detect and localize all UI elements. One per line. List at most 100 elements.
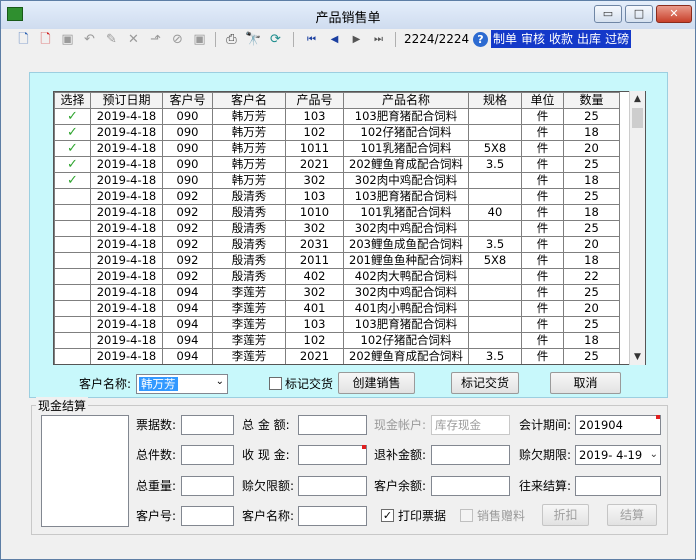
- menu-item-review[interactable]: 审核: [519, 30, 547, 48]
- scroll-thumb[interactable]: [632, 108, 643, 128]
- table-row[interactable]: ✓ 2019-4-18 090 韩万芳 2021 202鲤鱼育成配合饲料 3.5 件 25: [54, 156, 620, 173]
- close-button[interactable]: ✕: [656, 5, 692, 23]
- table-row[interactable]: 2019-4-18 092 殷清秀 1010 101乳猪配合饲料 40 件 18: [54, 204, 620, 221]
- col-header-customer-name[interactable]: 客户名: [212, 92, 286, 109]
- menu-item-collect[interactable]: 收款: [547, 30, 575, 48]
- table-row[interactable]: 2019-4-18 092 殷清秀 302 302肉中鸡配合饲料 件 25: [54, 220, 620, 237]
- cell-select[interactable]: [54, 300, 91, 317]
- cell-select[interactable]: [54, 188, 91, 205]
- col-header-product-no[interactable]: 产品号: [285, 92, 344, 109]
- cell-select[interactable]: [54, 204, 91, 221]
- grid-scrollbar[interactable]: ▲ ▼: [629, 91, 645, 365]
- edit-icon[interactable]: ✎: [103, 31, 120, 48]
- account-period-field[interactable]: 201904: [575, 415, 661, 435]
- find-icon[interactable]: 🔭: [245, 31, 262, 48]
- cell-select[interactable]: [54, 284, 91, 301]
- table-row[interactable]: 2019-4-18 092 殷清秀 2011 201鲤鱼鱼种配合饲料 5X8 件 18: [54, 252, 620, 269]
- col-header-unit[interactable]: 单位: [521, 92, 564, 109]
- cell-quantity: 25: [563, 348, 620, 364]
- cell-select[interactable]: ✓: [54, 124, 91, 141]
- minimize-button[interactable]: ▭: [594, 5, 622, 23]
- next-record-icon[interactable]: ▶: [348, 31, 365, 48]
- new-doc-icon[interactable]: 🗋: [15, 31, 32, 48]
- table-row[interactable]: 2019-4-18 092 殷清秀 103 103肥育猪配合饲料 件 25: [54, 188, 620, 205]
- col-header-customer-no[interactable]: 客户号: [162, 92, 213, 109]
- prev-record-icon[interactable]: ◀: [326, 31, 343, 48]
- cancel-icon[interactable]: ⊘: [169, 31, 186, 48]
- cell-select[interactable]: [54, 316, 91, 333]
- save-icon[interactable]: ▣: [191, 31, 208, 48]
- delete-icon[interactable]: ✕: [125, 31, 142, 48]
- table-row[interactable]: 2019-4-18 094 李莲芳 103 103肥育猪配合饲料 件 25: [54, 316, 620, 333]
- mark-delivered-checkbox[interactable]: [269, 377, 282, 390]
- discount-button[interactable]: 折扣: [542, 504, 589, 526]
- cell-select[interactable]: [54, 332, 91, 349]
- table-row[interactable]: ✓ 2019-4-18 090 韩万芳 102 102仔猪配合饲料 件 18: [54, 124, 620, 141]
- customer-name-field[interactable]: [298, 506, 367, 526]
- menu-item-outbound[interactable]: 出库: [575, 30, 603, 48]
- total-pieces-field[interactable]: [181, 445, 234, 465]
- last-record-icon[interactable]: ⏭: [370, 31, 387, 48]
- mark-delivery-button[interactable]: 标记交货: [451, 372, 519, 394]
- cell-select[interactable]: ✓: [54, 108, 91, 125]
- table-row[interactable]: ✓ 2019-4-18 090 韩万芳 103 103肥育猪配合饲料 件 25: [54, 108, 620, 125]
- col-header-select[interactable]: 选择: [54, 92, 91, 109]
- maximize-button[interactable]: □: [625, 5, 653, 23]
- col-header-product-name[interactable]: 产品名称: [343, 92, 469, 109]
- table-row[interactable]: 2019-4-18 094 李莲芳 401 401肉小鸭配合饲料 件 20: [54, 300, 620, 317]
- table-row[interactable]: 2019-4-18 092 殷清秀 2031 203鲤鱼成鱼配合饲料 3.5 件 20: [54, 236, 620, 253]
- print-ticket-checkbox[interactable]: ✓: [381, 509, 394, 522]
- customer-balance-field[interactable]: [431, 476, 510, 496]
- refund-amount-field[interactable]: [431, 445, 510, 465]
- approve-icon[interactable]: ▣: [59, 31, 76, 48]
- cell-quantity: 18: [563, 332, 620, 349]
- customer-no-field[interactable]: [181, 506, 234, 526]
- cell-select[interactable]: [54, 268, 91, 285]
- menu-item-weigh[interactable]: 过磅: [603, 30, 631, 48]
- total-amount-field[interactable]: [298, 415, 367, 435]
- print-ticket-label: 打印票据: [398, 509, 447, 523]
- cell-select[interactable]: ✓: [54, 140, 91, 157]
- chevron-down-icon[interactable]: ⌄: [216, 376, 224, 387]
- col-header-quantity[interactable]: 数量: [563, 92, 620, 109]
- table-row[interactable]: 2019-4-18 092 殷清秀 402 402肉大鸭配合饲料 件 22: [54, 268, 620, 285]
- cell-select[interactable]: ✓: [54, 172, 91, 189]
- cancel-button[interactable]: 取消: [550, 372, 621, 394]
- transactions-field[interactable]: [575, 476, 661, 496]
- menu-item-make-order[interactable]: 制单: [491, 30, 519, 48]
- first-record-icon[interactable]: ⏮: [303, 31, 320, 48]
- help-icon[interactable]: ?: [473, 32, 488, 47]
- chevron-down-icon[interactable]: ⌄: [650, 446, 658, 464]
- col-header-order-date[interactable]: 预订日期: [90, 92, 163, 109]
- settle-button[interactable]: 结算: [607, 504, 657, 526]
- total-pieces-label: 总件数:: [136, 448, 177, 462]
- sale-gift-checkbox[interactable]: [460, 509, 473, 522]
- refresh-icon[interactable]: ⟳: [267, 31, 284, 48]
- cell-select[interactable]: [54, 348, 91, 364]
- cell-select[interactable]: [54, 252, 91, 269]
- table-row[interactable]: 2019-4-18 094 李莲芳 102 102仔猪配合饲料 件 18: [54, 332, 620, 349]
- new-red-doc-icon[interactable]: 🗋: [37, 31, 54, 48]
- scroll-down-icon[interactable]: ▼: [630, 349, 645, 365]
- table-row[interactable]: ✓ 2019-4-18 090 韩万芳 302 302肉中鸡配合饲料 件 18: [54, 172, 620, 189]
- print-icon[interactable]: ⎙: [223, 31, 240, 48]
- credit-deadline-picker[interactable]: 2019- 4-19 ⌄: [575, 445, 661, 465]
- scroll-up-icon[interactable]: ▲: [630, 91, 645, 107]
- table-row[interactable]: 2019-4-18 094 李莲芳 302 302肉中鸡配合饲料 件 25: [54, 284, 620, 301]
- create-sale-button[interactable]: 创建销售: [338, 372, 415, 394]
- undo-icon[interactable]: ↶: [81, 31, 98, 48]
- credit-limit-field[interactable]: [298, 476, 367, 496]
- cell-select[interactable]: [54, 236, 91, 253]
- cell-select[interactable]: [54, 220, 91, 237]
- ticket-count-field[interactable]: [181, 415, 234, 435]
- col-header-spec[interactable]: 规格: [468, 92, 522, 109]
- cash-received-field[interactable]: [298, 445, 367, 465]
- total-weight-field[interactable]: [181, 476, 234, 496]
- customer-name-select[interactable]: 韩万芳 ⌄: [136, 374, 228, 394]
- table-row[interactable]: ✓ 2019-4-18 090 韩万芳 1011 101乳猪配合饲料 5X8 件 20: [54, 140, 620, 157]
- open-icon[interactable]: ⬏: [147, 31, 164, 48]
- cash-account-field[interactable]: 库存现金: [431, 415, 510, 435]
- table-row[interactable]: 2019-4-18 094 李莲芳 2021 202鲤鱼育成配合饲料 3.5 件 25: [54, 348, 620, 364]
- cell-select[interactable]: ✓: [54, 156, 91, 173]
- cell-order-date: 2019-4-18: [90, 124, 163, 141]
